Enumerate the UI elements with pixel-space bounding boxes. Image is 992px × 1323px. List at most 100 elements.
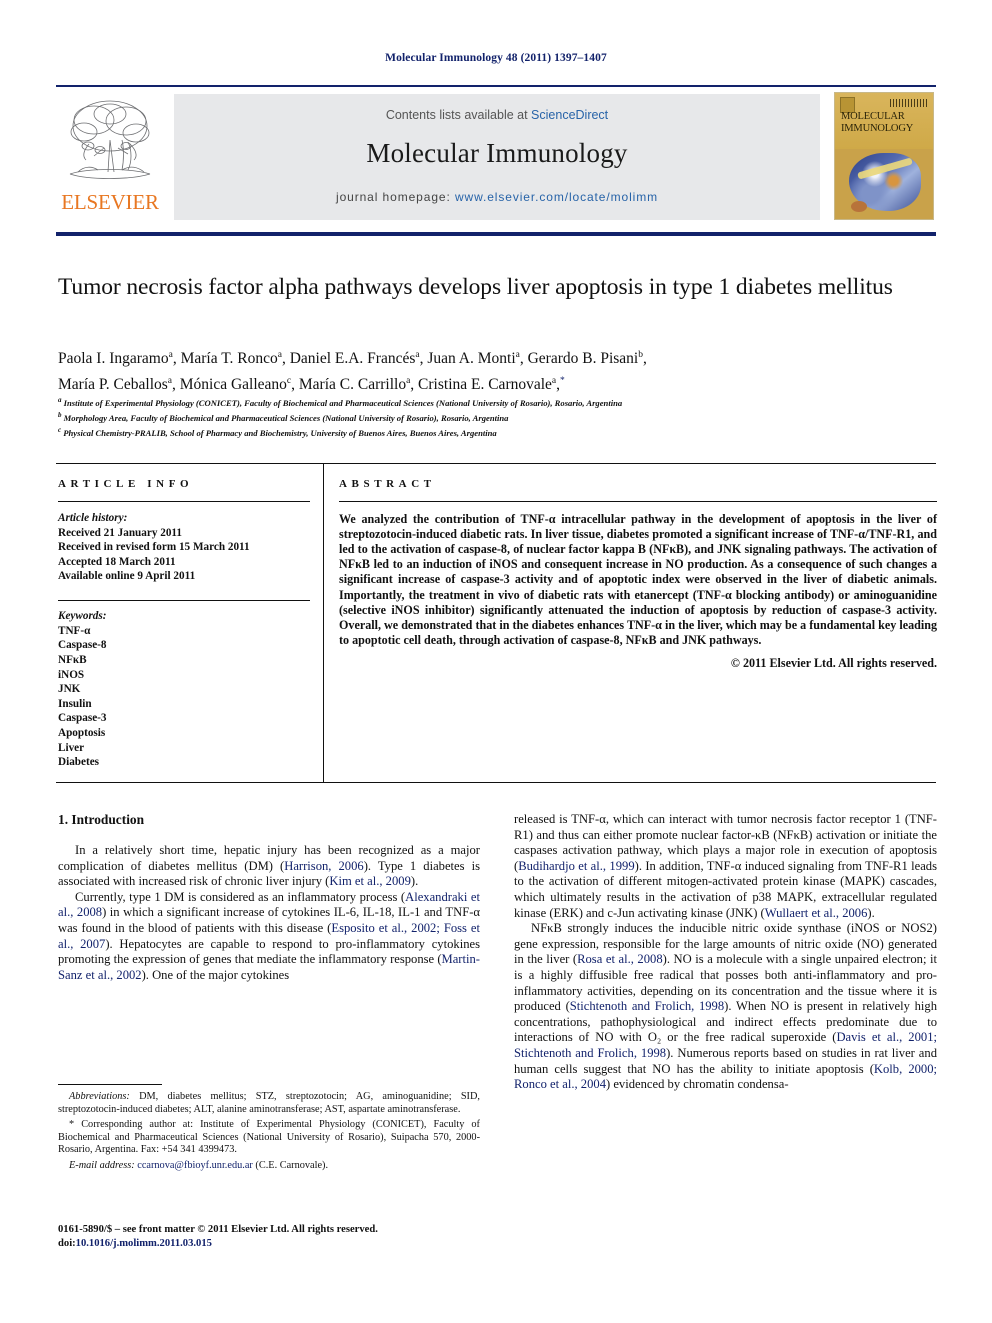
elsevier-tree-icon [69,100,151,179]
body-paragraph: NFκB strongly induces the inducible nitr… [514,921,937,1093]
body-text: ). [410,874,419,889]
keywords-block: Keywords: TNF-α Caspase-8 NFκB iNOS JNK Insul… [58,609,310,770]
body-paragraph: released is TNF-α, which can interact wi… [514,812,937,921]
affil-mark-a: a [167,376,172,387]
article-history-item: Received in revised form 15 March 2011 [58,541,250,554]
keyword-item: NFκB [58,653,87,666]
citation-link[interactable]: Stichtenoth and Frolich, 1998 [570,999,724,1013]
abstract-heading: ABSTRACT [339,478,436,490]
cover-title: MOLECULAR IMMUNOLOGY [841,111,929,134]
homepage-label: journal homepage: [336,190,451,204]
keyword-items: TNF-α Caspase-8 NFκB iNOS JNK Insulin Caspase-… [58,624,310,770]
body-paragraph: In a relatively short time, hepatic inju… [58,843,480,890]
email-link[interactable]: ccarnova@fbioyf.unr.edu.ar [137,1160,253,1171]
abstract-rule [339,501,937,503]
running-head: Molecular Immunology 48 (2011) 1397–1407 [385,52,607,64]
journal-cover-thumbnail[interactable]: MOLECULAR IMMUNOLOGY [834,92,934,220]
footnote-block: Abbreviations: DM, diabetes mellitus; ST… [58,1091,480,1176]
body-text: Currently, type 1 DM is considered as an… [75,889,406,904]
article-history: Article history: Received 21 January 201… [58,511,310,584]
abbreviations-label: Abbreviations: [69,1091,130,1102]
article-history-item: Received 21 January 2011 [58,526,182,539]
imprint-line: 0161-5890/$ – see front matter © 2011 El… [58,1224,378,1235]
contents-available-line: Contents lists available at ScienceDirec… [174,108,820,122]
citation-link[interactable]: Budihardjo et al., 1999 [518,859,634,873]
abstract-column: ABSTRACT We analyzed the contribution of… [339,478,937,671]
info-block-bottom-rule [56,782,936,784]
contents-prefix: Contents lists available at [385,108,532,122]
keyword-item: Caspase-3 [58,712,107,725]
affil-mark-a: a [515,350,520,360]
body-column-left: 1. Introduction In a relatively short ti… [58,812,480,983]
keyword-item: iNOS [58,668,85,681]
article-history-label: Article history: [58,512,128,525]
body-text: ). Hepatocytes are capable to respond to… [58,936,480,967]
affiliation-b: b Morphology Area, Faculty of Biochemica… [58,411,509,423]
elsevier-logo[interactable]: ELSEVIER [58,94,162,220]
sciencedirect-link[interactable]: ScienceDirect [531,108,608,122]
cover-title-line1: MOLECULAR [841,111,905,122]
email-suffix: (C.E. Carnovale). [252,1159,329,1171]
left-paragraphs: In a relatively short time, hepatic inju… [58,843,480,983]
cover-title-line2: IMMUNOLOGY [841,122,914,134]
affil-mark-a: a [415,350,420,360]
article-info-column: ARTICLE INFO Article history: Received 2… [58,478,310,770]
footnote-corresponding-author: * Corresponding author at: Institute of … [58,1119,480,1157]
body-column-right: released is TNF-α, which can interact wi… [514,812,937,1093]
corresponding-author-star[interactable]: * [560,376,565,386]
masthead-bottom-rule [56,232,936,236]
article-history-item: Accepted 18 March 2011 [58,555,176,568]
keywords-label: Keywords: [58,610,107,623]
doi-link[interactable]: 10.1016/j.molimm.2011.03.015 [76,1238,212,1249]
homepage-url-link[interactable]: www.elsevier.com/locate/molimm [455,190,658,204]
page-title: Tumor necrosis factor alpha pathways dev… [58,274,893,300]
article-page: Molecular Immunology 48 (2011) 1397–1407 [0,0,992,1323]
journal-band: Contents lists available at ScienceDirec… [174,94,820,220]
article-history-items: Received 21 January 2011 Received in revi… [58,526,310,584]
abstract-copyright: © 2011 Elsevier Ltd. All rights reserved… [730,655,937,670]
keyword-item: Insulin [58,697,92,710]
doi-line: doi:10.1016/j.molimm.2011.03.015 [58,1237,480,1251]
affiliation-mark: b [58,411,62,420]
article-history-item: Available online 9 April 2011 [58,570,196,583]
citation-link[interactable]: Kim et al., 2009 [329,874,411,888]
author-list: Paola I. Ingaramoa, María T. Roncoa, Dan… [58,344,938,396]
body-paragraph: Currently, type 1 DM is considered as an… [58,890,480,984]
footnote-rule [58,1084,162,1086]
journal-homepage-line: journal homepage: www.elsevier.com/locat… [174,190,820,204]
affiliation-a: a Institute of Experimental Physiology (… [58,396,623,408]
author-line-1: Paola I. Ingaramoa, María T. Roncoa, Dan… [58,350,647,368]
section-heading-introduction: 1. Introduction [58,812,145,827]
article-info-rule [58,501,310,503]
body-text: ) evidenced by chromatin condensa- [606,1077,789,1092]
keyword-item: Liver [58,741,85,754]
citation-link[interactable]: Harrison, 2006 [284,859,363,873]
body-text: ). [867,905,875,920]
affiliation-list: a Institute of Experimental Physiology (… [58,394,938,439]
email-label: E-mail address: [69,1159,135,1171]
keyword-item: TNF-α [58,624,91,637]
citation-link[interactable]: Rosa et al., 2008 [577,952,663,966]
cover-secondary-blob [851,201,867,212]
imprint-block: 0161-5890/$ – see front matter © 2011 El… [58,1223,480,1251]
affiliation-mark: c [58,426,62,435]
affil-mark-a: a [277,350,282,360]
elsevier-wordmark: ELSEVIER [61,190,159,214]
affil-mark-a: a [406,376,411,387]
abstract-text: We analyzed the contribution of TNF-α in… [339,512,937,647]
affiliation-c: c Physical Chemistry-PRALIB, School of P… [58,426,497,438]
cover-barcode-icon [890,99,928,107]
footnote-abbreviations: Abbreviations: DM, diabetes mellitus; ST… [58,1091,480,1116]
citation-link[interactable]: Wullaert et al., 2006 [765,906,868,920]
footnote-email: E-mail address: ccarnova@fbioyf.unr.edu.… [58,1160,480,1173]
affil-mark-a: a [168,350,173,360]
right-paragraphs: released is TNF-α, which can interact wi… [514,812,937,1093]
keyword-item: Diabetes [58,756,100,769]
affil-mark-c: c [286,376,292,387]
keyword-item: Caspase-8 [58,639,107,652]
journal-title: Molecular Immunology [366,138,628,168]
body-text: ). One of the major cytokines [141,967,290,982]
doi-label: doi: [58,1238,76,1249]
info-block-top-rule [56,463,936,465]
article-info-heading: ARTICLE INFO [58,478,194,490]
